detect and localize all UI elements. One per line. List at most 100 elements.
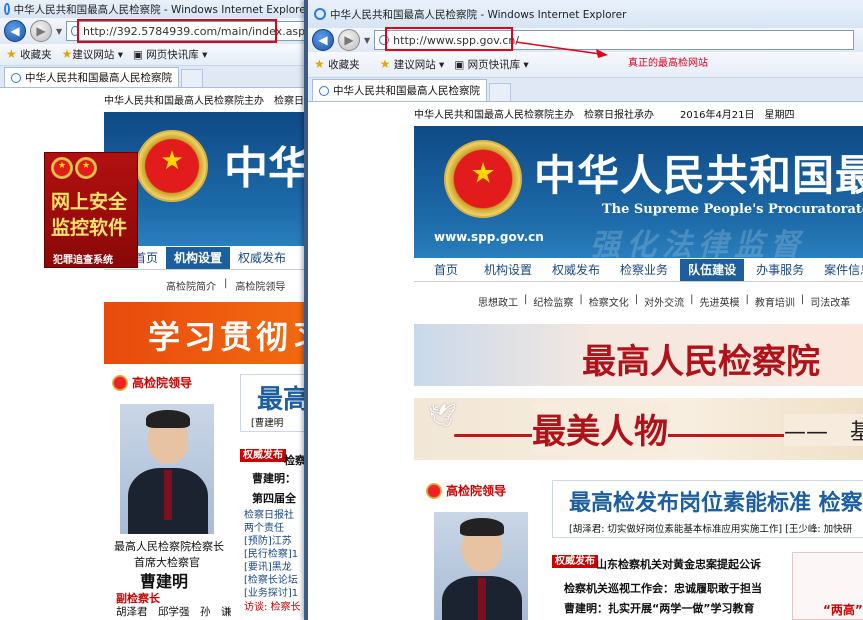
new-tab-button[interactable] (181, 69, 203, 87)
nav-authority[interactable]: 权威发布 (230, 249, 294, 266)
address-bar: ◀ ▶ ▼ http://392.5784939.com/main/index.… (0, 18, 310, 44)
emblem-small-icon (426, 482, 442, 499)
nav-home[interactable]: 首页 (414, 261, 472, 278)
ad-footer: 犯罪追查系统 (53, 255, 113, 266)
banner3-tail: —— 基 (784, 414, 863, 446)
emblem-small-icon (112, 374, 128, 391)
page-top-strip: 中华人民共和国最高人民检察院主办 检察日报 (104, 96, 310, 107)
spp-banner[interactable]: 最高人民检察院 (414, 324, 863, 386)
nav-service[interactable]: 办事服务 (748, 261, 812, 278)
ad-line1: 网上安全 (51, 191, 128, 213)
subnav-item[interactable]: 检察文化 (589, 294, 629, 309)
ad-line2: 监控软件 (51, 217, 128, 239)
national-emblem-icon: ★ (444, 140, 522, 218)
star-icon: ★ (314, 57, 325, 71)
emblem-small-icon: ★ (51, 157, 73, 179)
nav-case[interactable]: 案件信息公 (816, 261, 863, 278)
nav-org[interactable]: 机构设置 (166, 246, 231, 269)
news-headline-box: 最高 [曹建明 (240, 374, 310, 432)
news-item[interactable]: 访谈: 检察长 (244, 598, 301, 613)
annotation-label: 真正的最高检网站 (628, 58, 708, 69)
authority-tag: 权威发布 (240, 446, 286, 462)
sub-nav: 思想政工 | 纪检监察 | 检察文化 | 对外交流 | 先进英模 | 教育培训 | 司法改革 (478, 294, 851, 309)
back-icon[interactable]: ◀ (312, 29, 334, 51)
study-banner: 学习贯彻习 (104, 302, 310, 364)
subnav-item[interactable]: 先进英模 (700, 294, 740, 309)
study-banner-text: 学习贯彻习 (148, 318, 310, 356)
headline-sub[interactable]: [胡泽君: 切实做好岗位素能基本标准应用实施工作] [王少峰: 加快研 (569, 521, 852, 535)
side-tag[interactable]: “两高” (823, 601, 863, 618)
news-item[interactable]: 山东检察机关对黄金忠案提起公诉 (596, 556, 761, 572)
back-icon[interactable]: ◀ (4, 20, 26, 42)
tab-bar: 中华人民共和国最高人民检察院 (0, 66, 310, 88)
banner-title: 中华 (224, 143, 310, 194)
window-titlebar: 中华人民共和国最高人民检察院 - Windows Internet Explor… (308, 0, 863, 28)
subnav-item[interactable]: 司法改革 (810, 294, 850, 309)
leaders-heading: 高检院领导 (426, 482, 506, 499)
leader-photo (120, 404, 214, 534)
headline[interactable]: 最高检发布岗位素能标准 检察 (569, 485, 863, 517)
authority-tag: 权威发布 (552, 552, 598, 568)
new-tab-button[interactable] (489, 83, 511, 101)
tab-current[interactable]: 中华人民共和国最高人民检察院 (4, 67, 179, 87)
url-field[interactable]: http://www.spp.gov.cn/ (374, 27, 855, 51)
subnav-item[interactable]: 高检院领导 (235, 278, 285, 293)
ie-logo-icon (4, 3, 10, 15)
beautiful-people-banner[interactable]: 🕊 最美人物 —— 基 (414, 398, 863, 460)
banner-subtitle: The Supreme People's Procuratorate o (602, 202, 863, 217)
news-item[interactable]: 检察 (284, 452, 306, 468)
page-icon (11, 72, 21, 83)
nav-org[interactable]: 机构设置 (476, 261, 540, 278)
news-item[interactable]: 检察机关巡视工作会：忠诚履职敢于担当 (564, 580, 762, 596)
page-icon (319, 85, 329, 96)
news-sub[interactable]: [曹建明 (251, 415, 283, 429)
ie-logo-icon (314, 8, 326, 20)
banner-url: www.spp.gov.cn (434, 230, 544, 244)
front-browser-window: 中华人民共和国最高人民检察院 - Windows Internet Explor… (304, 0, 863, 620)
favorites-button[interactable]: ★ 收藏夹 (6, 47, 52, 62)
history-dropdown-icon[interactable]: ▼ (56, 27, 62, 36)
banner-title: 中华人民共和国最 (534, 151, 863, 200)
news-headline[interactable]: 最高 (257, 379, 309, 416)
tab-current[interactable]: 中华人民共和国最高人民检察院 (312, 79, 487, 101)
news-item[interactable]: 曹建明： (252, 470, 296, 486)
forward-icon[interactable]: ▶ (30, 20, 52, 42)
nav-authority[interactable]: 权威发布 (544, 261, 608, 278)
window-title: 中华人民共和国最高人民检察院 - Windows Internet Explor… (13, 3, 310, 16)
fav-item[interactable]: ★ 建议网站 ▾ (380, 57, 445, 72)
news-item[interactable]: [业务探讨]1 (244, 584, 298, 599)
page-top-strip: 中华人民共和国最高人民检察院主办 检察日报社承办 2016年4月21日 星期四 (414, 106, 795, 121)
side-box: “两高” (792, 552, 863, 620)
leader-name: 曹建明 (140, 572, 189, 591)
sub-nav: 高检院简介 | 高检院领导 (166, 278, 286, 293)
star-icon: ★ (379, 57, 391, 71)
back-browser-window: 中华人民共和国最高人民检察院 - Windows Internet Explor… (0, 0, 310, 620)
subnav-item[interactable]: 教育培训 (755, 294, 795, 309)
url-field[interactable]: http://392.5784939.com/main/index.asp (66, 19, 307, 43)
national-emblem-icon: ★ (136, 130, 208, 202)
fav-item[interactable]: ★建议网站 ▾ (62, 47, 123, 62)
news-item[interactable]: 曹建明：扎实开展“两学一做”学习教育 (564, 600, 754, 616)
favorites-bar: ★ 收藏夹 ★建议网站 ▾ ▣ 网页快讯库 ▾ (0, 44, 310, 66)
subnav-item[interactable]: 纪检监察 (533, 294, 573, 309)
window-titlebar: 中华人民共和国最高人民检察院 - Windows Internet Explor… (0, 0, 310, 18)
main-nav: 首页 机构设置 权威发布 检察业务 队伍建设 办事服务 案件信息公 (414, 258, 863, 282)
history-dropdown-icon[interactable]: ▼ (364, 36, 370, 45)
star-icon: ★ (61, 47, 73, 61)
leader-photo (434, 512, 528, 620)
site-banner: ★ 中华人民共和国最 The Supreme People's Procurat… (414, 126, 863, 258)
forward-icon[interactable]: ▶ (338, 29, 360, 51)
spp-banner-text: 最高人民检察院 (582, 342, 820, 382)
nav-business[interactable]: 检察业务 (612, 261, 676, 278)
nav-team[interactable]: 队伍建设 (680, 258, 745, 281)
subnav-item[interactable]: 高检院简介 (166, 278, 216, 293)
date-text: 2016年4月21日 星期四 (680, 110, 795, 121)
dove-icon: 🕊 (428, 404, 456, 429)
fav-item[interactable]: ▣ 网页快讯库 ▾ (133, 47, 207, 62)
subnav-item[interactable]: 思想政工 (478, 294, 518, 309)
security-software-ad[interactable]: ★ ★ 网上安全 监控软件 犯罪追查系统 (44, 152, 138, 268)
url-highlight-box (77, 19, 278, 43)
news-item[interactable]: 第四届全 (252, 490, 296, 506)
favorites-button[interactable]: ★ 收藏夹 (314, 57, 360, 72)
subnav-item[interactable]: 对外交流 (644, 294, 684, 309)
